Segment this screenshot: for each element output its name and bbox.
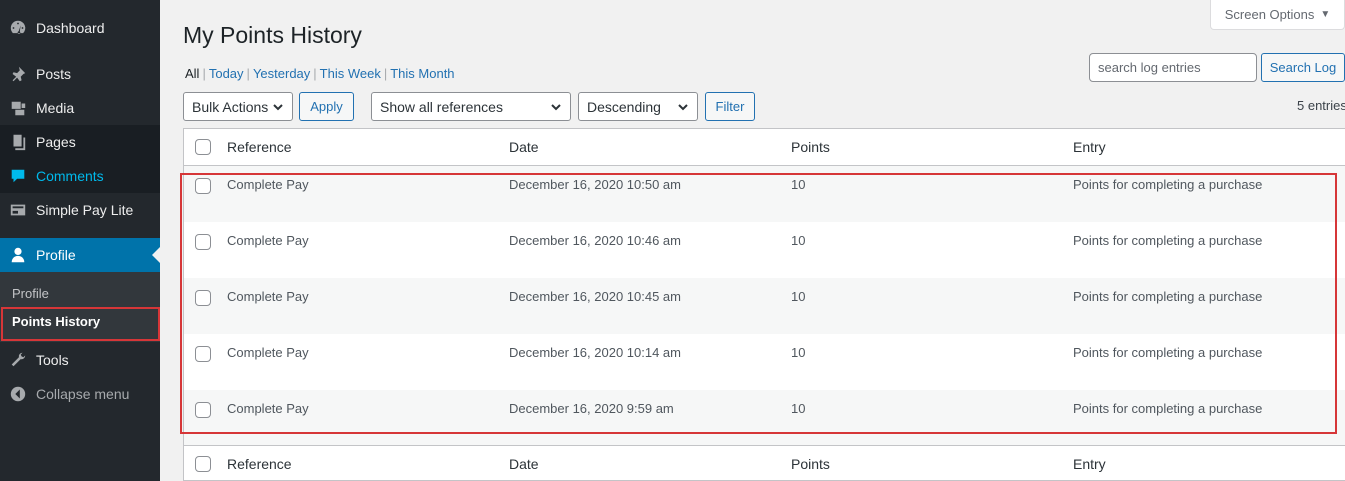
order-value: Descending xyxy=(587,98,661,115)
admin-sidebar: Dashboard Posts Media Pages Comments Sim… xyxy=(0,0,160,481)
media-icon xyxy=(0,99,36,117)
select-all-checkbox[interactable] xyxy=(195,139,211,155)
menu-label: Dashboard xyxy=(36,20,105,36)
table-footer: Reference Date Points Entry xyxy=(184,445,1345,480)
view-this-month[interactable]: This Month xyxy=(390,66,454,81)
menu-item-comments[interactable]: Comments xyxy=(0,159,160,193)
menu-label: Pages xyxy=(36,134,76,150)
search-log-button[interactable]: Search Log xyxy=(1261,53,1345,82)
references-value: Show all references xyxy=(380,98,503,115)
column-header-points[interactable]: Points xyxy=(791,129,830,165)
menu-item-dashboard[interactable]: Dashboard xyxy=(0,11,160,45)
column-footer-entry[interactable]: Entry xyxy=(1073,446,1106,480)
chevron-down-icon xyxy=(678,103,688,110)
menu-label: Simple Pay Lite xyxy=(36,202,134,218)
menu-label: Media xyxy=(36,100,75,116)
view-today[interactable]: Today xyxy=(209,66,244,81)
dashboard-icon xyxy=(0,19,36,37)
column-header-entry[interactable]: Entry xyxy=(1073,129,1106,165)
screen-options-label: Screen Options xyxy=(1224,7,1315,22)
menu-label: Tools xyxy=(36,352,69,368)
page-title: My Points History xyxy=(183,22,362,48)
menu-item-tools[interactable]: Tools xyxy=(0,343,160,377)
collapse-icon xyxy=(0,385,36,403)
wrench-icon xyxy=(0,351,36,369)
view-this-week[interactable]: This Week xyxy=(320,66,381,81)
menu-item-pages[interactable]: Pages xyxy=(0,125,160,159)
menu-item-profile[interactable]: Profile xyxy=(0,238,160,272)
column-footer-reference[interactable]: Reference xyxy=(227,446,292,480)
filter-button[interactable]: Filter xyxy=(705,92,755,121)
chevron-down-icon xyxy=(273,103,283,110)
search-placeholder: search log entries xyxy=(1098,60,1201,75)
chevron-down-icon xyxy=(551,103,561,110)
bulk-actions-value: Bulk Actions xyxy=(192,98,269,115)
menu-label: Comments xyxy=(36,168,104,184)
order-select[interactable]: Descending xyxy=(578,92,698,121)
view-all[interactable]: All xyxy=(185,66,199,81)
entries-count: 5 entries xyxy=(1297,98,1345,113)
user-icon xyxy=(0,246,36,264)
pages-icon xyxy=(0,133,36,151)
menu-item-simple-pay-lite[interactable]: Simple Pay Lite xyxy=(0,193,160,227)
search-input[interactable]: search log entries xyxy=(1089,53,1257,82)
apply-button[interactable]: Apply xyxy=(299,92,354,121)
menu-item-media[interactable]: Media xyxy=(0,91,160,125)
caret-down-icon: ▼ xyxy=(1320,9,1331,20)
menu-item-posts[interactable]: Posts xyxy=(0,57,160,91)
card-icon xyxy=(0,201,36,219)
screen-options-button[interactable]: Screen Options ▼ xyxy=(1210,0,1345,30)
column-header-reference[interactable]: Reference xyxy=(227,129,292,165)
column-footer-date[interactable]: Date xyxy=(509,446,539,480)
column-header-date[interactable]: Date xyxy=(509,129,539,165)
menu-label: Collapse menu xyxy=(36,386,130,402)
highlight-box xyxy=(1,307,160,341)
select-all-checkbox[interactable] xyxy=(195,456,211,472)
pin-icon xyxy=(0,65,36,83)
comments-icon xyxy=(0,167,36,185)
menu-label: Posts xyxy=(36,66,72,82)
table-header: Reference Date Points Entry xyxy=(184,129,1345,166)
collapse-menu-button[interactable]: Collapse menu xyxy=(0,377,160,411)
date-filter-views: All | Today | Yesterday | This Week | This Month xyxy=(185,66,455,81)
references-select[interactable]: Show all references xyxy=(371,92,571,121)
column-footer-points[interactable]: Points xyxy=(791,446,830,480)
bulk-actions-select[interactable]: Bulk Actions xyxy=(183,92,293,121)
menu-label: Profile xyxy=(36,247,76,263)
view-yesterday[interactable]: Yesterday xyxy=(253,66,310,81)
highlight-box xyxy=(180,173,1337,434)
submenu-item-profile[interactable]: Profile xyxy=(12,286,49,301)
